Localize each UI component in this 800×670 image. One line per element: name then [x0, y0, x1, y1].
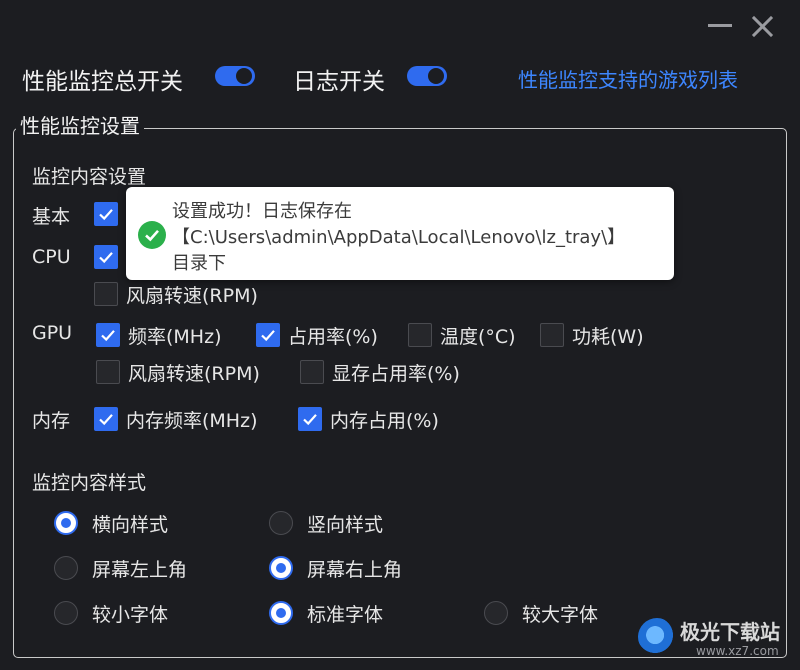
log-switch-toggle[interactable] [407, 66, 447, 86]
radio-unselected-icon [54, 601, 78, 625]
radio-small-font[interactable]: 较小字体 [54, 599, 168, 627]
checkbox-checked-icon [298, 407, 322, 431]
row-label-cpu: CPU [32, 246, 71, 268]
supported-games-link[interactable]: 性能监控支持的游戏列表 [518, 64, 738, 93]
minimize-icon [708, 24, 732, 27]
checkbox-checked-icon [94, 202, 118, 226]
radio-unselected-icon [484, 601, 508, 625]
checkbox-memory-frequency[interactable]: 内存频率(MHz) [94, 405, 257, 433]
radio-vertical-style[interactable]: 竖向样式 [269, 509, 383, 537]
close-button[interactable] [748, 12, 776, 40]
radio-label: 较小字体 [92, 603, 169, 626]
toast-line-1: 设置成功！日志保存在 [172, 201, 352, 222]
master-switch-toggle[interactable] [215, 66, 255, 86]
toast-path: 【C:\Users\admin\AppData\Local\Lenovo\lz_… [172, 227, 626, 248]
checkbox-cpu[interactable] [94, 243, 126, 271]
radio-unselected-icon [54, 556, 78, 580]
checkbox-gpu-vram-usage[interactable]: 显存占用率(%) [300, 358, 460, 386]
checkbox-unchecked-icon [300, 360, 324, 384]
checkbox-memory-usage[interactable]: 内存占用(%) [298, 405, 439, 433]
content-section-title: 监控内容设置 [32, 166, 147, 188]
watermark-url: www.xz7.com [696, 644, 779, 658]
checkbox-unchecked-icon [94, 282, 118, 306]
radio-selected-icon [269, 556, 293, 580]
radio-label: 屏幕左上角 [92, 558, 188, 581]
checkbox-label: 内存频率(MHz) [126, 409, 258, 432]
checkbox-label: 内存占用(%) [330, 409, 439, 432]
toggle-knob [428, 68, 444, 84]
checkbox-label: 占用率(%) [288, 325, 378, 348]
radio-label: 标准字体 [307, 603, 384, 626]
row-label-basic: 基本 [32, 206, 71, 228]
checkbox-label: 功耗(W) [572, 325, 644, 348]
style-section-title: 监控内容样式 [32, 472, 147, 494]
log-switch-label: 日志开关 [293, 69, 385, 95]
settings-group-title: 性能监控设置 [16, 110, 144, 139]
toast-line-3: 目录下 [172, 253, 226, 274]
checkbox-checked-icon [94, 245, 118, 269]
checkbox-gpu-temperature[interactable]: 温度(°C) [408, 321, 516, 349]
success-check-icon [138, 221, 166, 249]
radio-unselected-icon [269, 511, 293, 535]
checkbox-unchecked-icon [408, 323, 432, 347]
watermark-title: 极光下载站 [680, 620, 780, 644]
row-label-memory: 内存 [32, 410, 71, 432]
radio-standard-font[interactable]: 标准字体 [269, 599, 383, 627]
checkbox-checked-icon [94, 407, 118, 431]
checkbox-label: 温度(°C) [440, 325, 516, 348]
checkbox-cpu-fan-speed[interactable]: 风扇转速(RPM) [94, 280, 258, 308]
radio-label: 屏幕右上角 [307, 558, 403, 581]
checkbox-label: 风扇转速(RPM) [126, 284, 258, 307]
radio-label: 竖向样式 [307, 513, 384, 536]
minimize-button[interactable] [706, 12, 734, 40]
checkbox-label: 风扇转速(RPM) [128, 362, 260, 385]
checkbox-gpu-frequency[interactable]: 频率(MHz) [96, 321, 221, 349]
checkbox-label: 显存占用率(%) [332, 362, 460, 385]
checkbox-basic[interactable] [94, 200, 126, 228]
checkbox-label: 频率(MHz) [128, 325, 222, 348]
master-switch-label: 性能监控总开关 [22, 69, 183, 95]
watermark: 极光下载站 www.xz7.com [636, 614, 796, 664]
toggle-knob [236, 68, 252, 84]
watermark-logo-icon [638, 618, 676, 656]
radio-selected-icon [54, 511, 78, 535]
checkbox-checked-icon [96, 323, 120, 347]
radio-large-font[interactable]: 较大字体 [484, 599, 598, 627]
checkbox-gpu-fan-speed[interactable]: 风扇转速(RPM) [96, 358, 260, 386]
checkbox-unchecked-icon [96, 360, 120, 384]
radio-selected-icon [269, 601, 293, 625]
success-toast: 设置成功！日志保存在 【C:\Users\admin\AppData\Local… [126, 187, 674, 280]
checkbox-gpu-usage[interactable]: 占用率(%) [256, 321, 378, 349]
toast-message: 设置成功！日志保存在 【C:\Users\admin\AppData\Local… [172, 199, 625, 277]
radio-top-right[interactable]: 屏幕右上角 [269, 554, 402, 582]
radio-label: 较大字体 [522, 603, 599, 626]
radio-horizontal-style[interactable]: 横向样式 [54, 509, 168, 537]
checkbox-gpu-power[interactable]: 功耗(W) [540, 321, 644, 349]
checkbox-unchecked-icon [540, 323, 564, 347]
row-label-gpu: GPU [32, 322, 73, 344]
radio-top-left[interactable]: 屏幕左上角 [54, 554, 187, 582]
radio-label: 横向样式 [92, 513, 169, 536]
checkbox-checked-icon [256, 323, 280, 347]
